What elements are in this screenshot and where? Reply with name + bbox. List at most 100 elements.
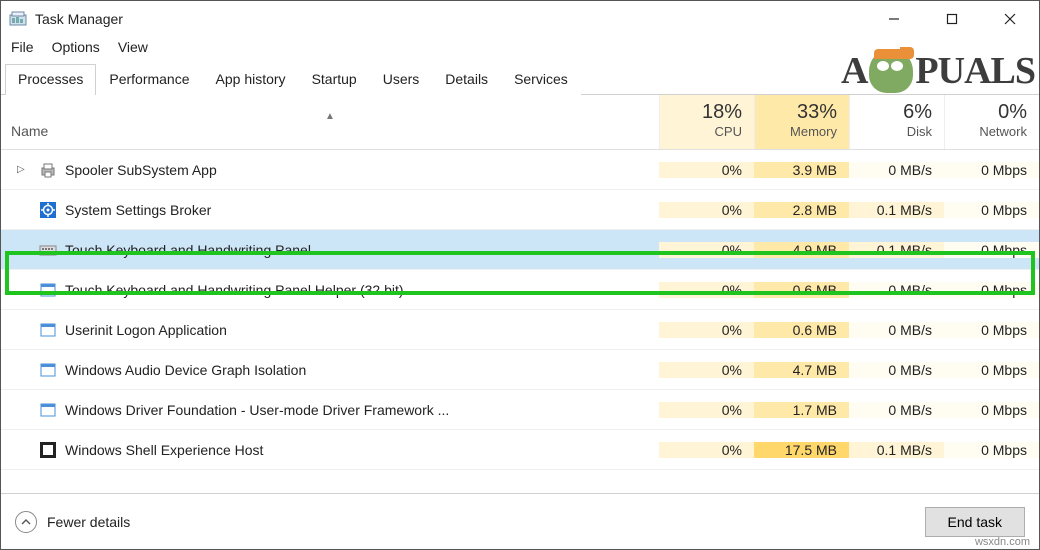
disk-value: 0 MB/s [849, 282, 944, 298]
fewer-details-link[interactable]: Fewer details [47, 514, 130, 530]
process-row[interactable]: ▷Touch Keyboard and Handwriting Panel He… [1, 270, 1039, 310]
disk-usage-percent: 6% [856, 101, 932, 124]
app-icon [9, 10, 27, 28]
process-name-cell: ▷Touch Keyboard and Handwriting Panel [1, 241, 659, 259]
process-row[interactable]: ▷Spooler SubSystem App0%3.9 MB0 MB/s0 Mb… [1, 150, 1039, 190]
cpu-label: CPU [666, 124, 742, 139]
menu-view[interactable]: View [118, 39, 148, 55]
cpu-value: 0% [659, 402, 754, 418]
cpu-value: 0% [659, 362, 754, 378]
sort-indicator-icon: ▲ [11, 113, 649, 123]
disk-value: 0 MB/s [849, 402, 944, 418]
process-name-cell: ▷Userinit Logon Application [1, 321, 659, 339]
column-name-label: Name [11, 123, 48, 139]
disk-value: 0.1 MB/s [849, 242, 944, 258]
disk-label: Disk [856, 124, 932, 139]
minimize-button[interactable] [865, 1, 923, 37]
window-icon [39, 401, 57, 419]
window-icon [39, 281, 57, 299]
tab-app-history[interactable]: App history [203, 64, 299, 95]
process-name: Touch Keyboard and Handwriting Panel Hel… [65, 282, 404, 298]
memory-value: 4.9 MB [754, 242, 849, 258]
close-button[interactable] [981, 1, 1039, 37]
process-row[interactable]: ▷Windows Shell Experience Host0%17.5 MB0… [1, 430, 1039, 470]
watermark-subtext: wsxdn.com [975, 536, 1030, 548]
gear-icon [39, 201, 57, 219]
process-name: Spooler SubSystem App [65, 162, 217, 178]
process-name-cell: ▷Windows Audio Device Graph Isolation [1, 361, 659, 379]
maximize-button[interactable] [923, 1, 981, 37]
keyboard-icon [39, 241, 57, 259]
process-row[interactable]: ▷System Settings Broker0%2.8 MB0.1 MB/s0… [1, 190, 1039, 230]
window-title: Task Manager [35, 11, 123, 27]
memory-value: 4.7 MB [754, 362, 849, 378]
network-value: 0 Mbps [944, 202, 1039, 218]
menu-file[interactable]: File [11, 39, 34, 55]
tab-services[interactable]: Services [501, 64, 581, 95]
title-bar[interactable]: Task Manager [1, 1, 1039, 37]
memory-value: 2.8 MB [754, 202, 849, 218]
memory-usage-percent: 33% [761, 101, 837, 124]
network-label: Network [951, 124, 1027, 139]
process-row[interactable]: ▷Userinit Logon Application0%0.6 MB0 MB/… [1, 310, 1039, 350]
network-value: 0 Mbps [944, 322, 1039, 338]
tab-processes[interactable]: Processes [5, 64, 96, 95]
process-name: Windows Audio Device Graph Isolation [65, 362, 306, 378]
column-headers: ▲ Name 18% CPU 33% Memory 6% Disk 0% Net… [1, 95, 1039, 150]
process-name-cell: ▷Windows Driver Foundation - User-mode D… [1, 401, 659, 419]
memory-label: Memory [761, 124, 837, 139]
process-name: System Settings Broker [65, 202, 211, 218]
process-name: Touch Keyboard and Handwriting Panel [65, 242, 311, 258]
process-name: Windows Shell Experience Host [65, 442, 263, 458]
cpu-usage-percent: 18% [666, 101, 742, 124]
window-icon [39, 361, 57, 379]
process-name: Windows Driver Foundation - User-mode Dr… [65, 402, 449, 418]
menu-bar: File Options View [1, 37, 1039, 63]
collapse-icon[interactable] [15, 511, 37, 533]
cpu-value: 0% [659, 242, 754, 258]
end-task-button[interactable]: End task [925, 507, 1025, 537]
network-usage-percent: 0% [951, 101, 1027, 124]
process-row[interactable]: ▷Touch Keyboard and Handwriting Panel0%4… [1, 230, 1039, 270]
tab-bar: ProcessesPerformanceApp historyStartupUs… [1, 63, 1039, 95]
cpu-value: 0% [659, 282, 754, 298]
process-name-cell: ▷Windows Shell Experience Host [1, 441, 659, 459]
disk-value: 0 MB/s [849, 322, 944, 338]
cpu-value: 0% [659, 442, 754, 458]
network-value: 0 Mbps [944, 362, 1039, 378]
process-row[interactable]: ▷Windows Driver Foundation - User-mode D… [1, 390, 1039, 430]
memory-value: 17.5 MB [754, 442, 849, 458]
network-value: 0 Mbps [944, 162, 1039, 178]
tab-startup[interactable]: Startup [299, 64, 370, 95]
network-value: 0 Mbps [944, 282, 1039, 298]
process-grid: ▲ Name 18% CPU 33% Memory 6% Disk 0% Net… [1, 95, 1039, 493]
tab-details[interactable]: Details [432, 64, 501, 95]
memory-value: 0.6 MB [754, 322, 849, 338]
cpu-value: 0% [659, 162, 754, 178]
menu-options[interactable]: Options [52, 39, 100, 55]
process-row[interactable]: ▷Windows Audio Device Graph Isolation0%4… [1, 350, 1039, 390]
task-manager-window: Task Manager File Options View Processes… [0, 0, 1040, 550]
column-cpu[interactable]: 18% CPU [659, 95, 754, 149]
printer-icon [39, 161, 57, 179]
process-name-cell: ▷ Spooler SubSystem App [1, 161, 659, 179]
disk-value: 0.1 MB/s [849, 202, 944, 218]
window-icon [39, 321, 57, 339]
network-value: 0 Mbps [944, 242, 1039, 258]
memory-value: 0.6 MB [754, 282, 849, 298]
process-name-cell: ▷Touch Keyboard and Handwriting Panel He… [1, 281, 659, 299]
tab-performance[interactable]: Performance [96, 64, 202, 95]
column-name[interactable]: ▲ Name [1, 105, 659, 149]
cpu-value: 0% [659, 322, 754, 338]
footer-bar: Fewer details End task [1, 493, 1039, 549]
expand-icon[interactable]: ▷ [17, 164, 31, 175]
network-value: 0 Mbps [944, 402, 1039, 418]
memory-value: 1.7 MB [754, 402, 849, 418]
column-disk[interactable]: 6% Disk [849, 95, 944, 149]
tab-users[interactable]: Users [370, 64, 433, 95]
process-name-cell: ▷System Settings Broker [1, 201, 659, 219]
column-network[interactable]: 0% Network [944, 95, 1039, 149]
column-memory[interactable]: 33% Memory [754, 95, 849, 149]
disk-value: 0 MB/s [849, 362, 944, 378]
cpu-value: 0% [659, 202, 754, 218]
